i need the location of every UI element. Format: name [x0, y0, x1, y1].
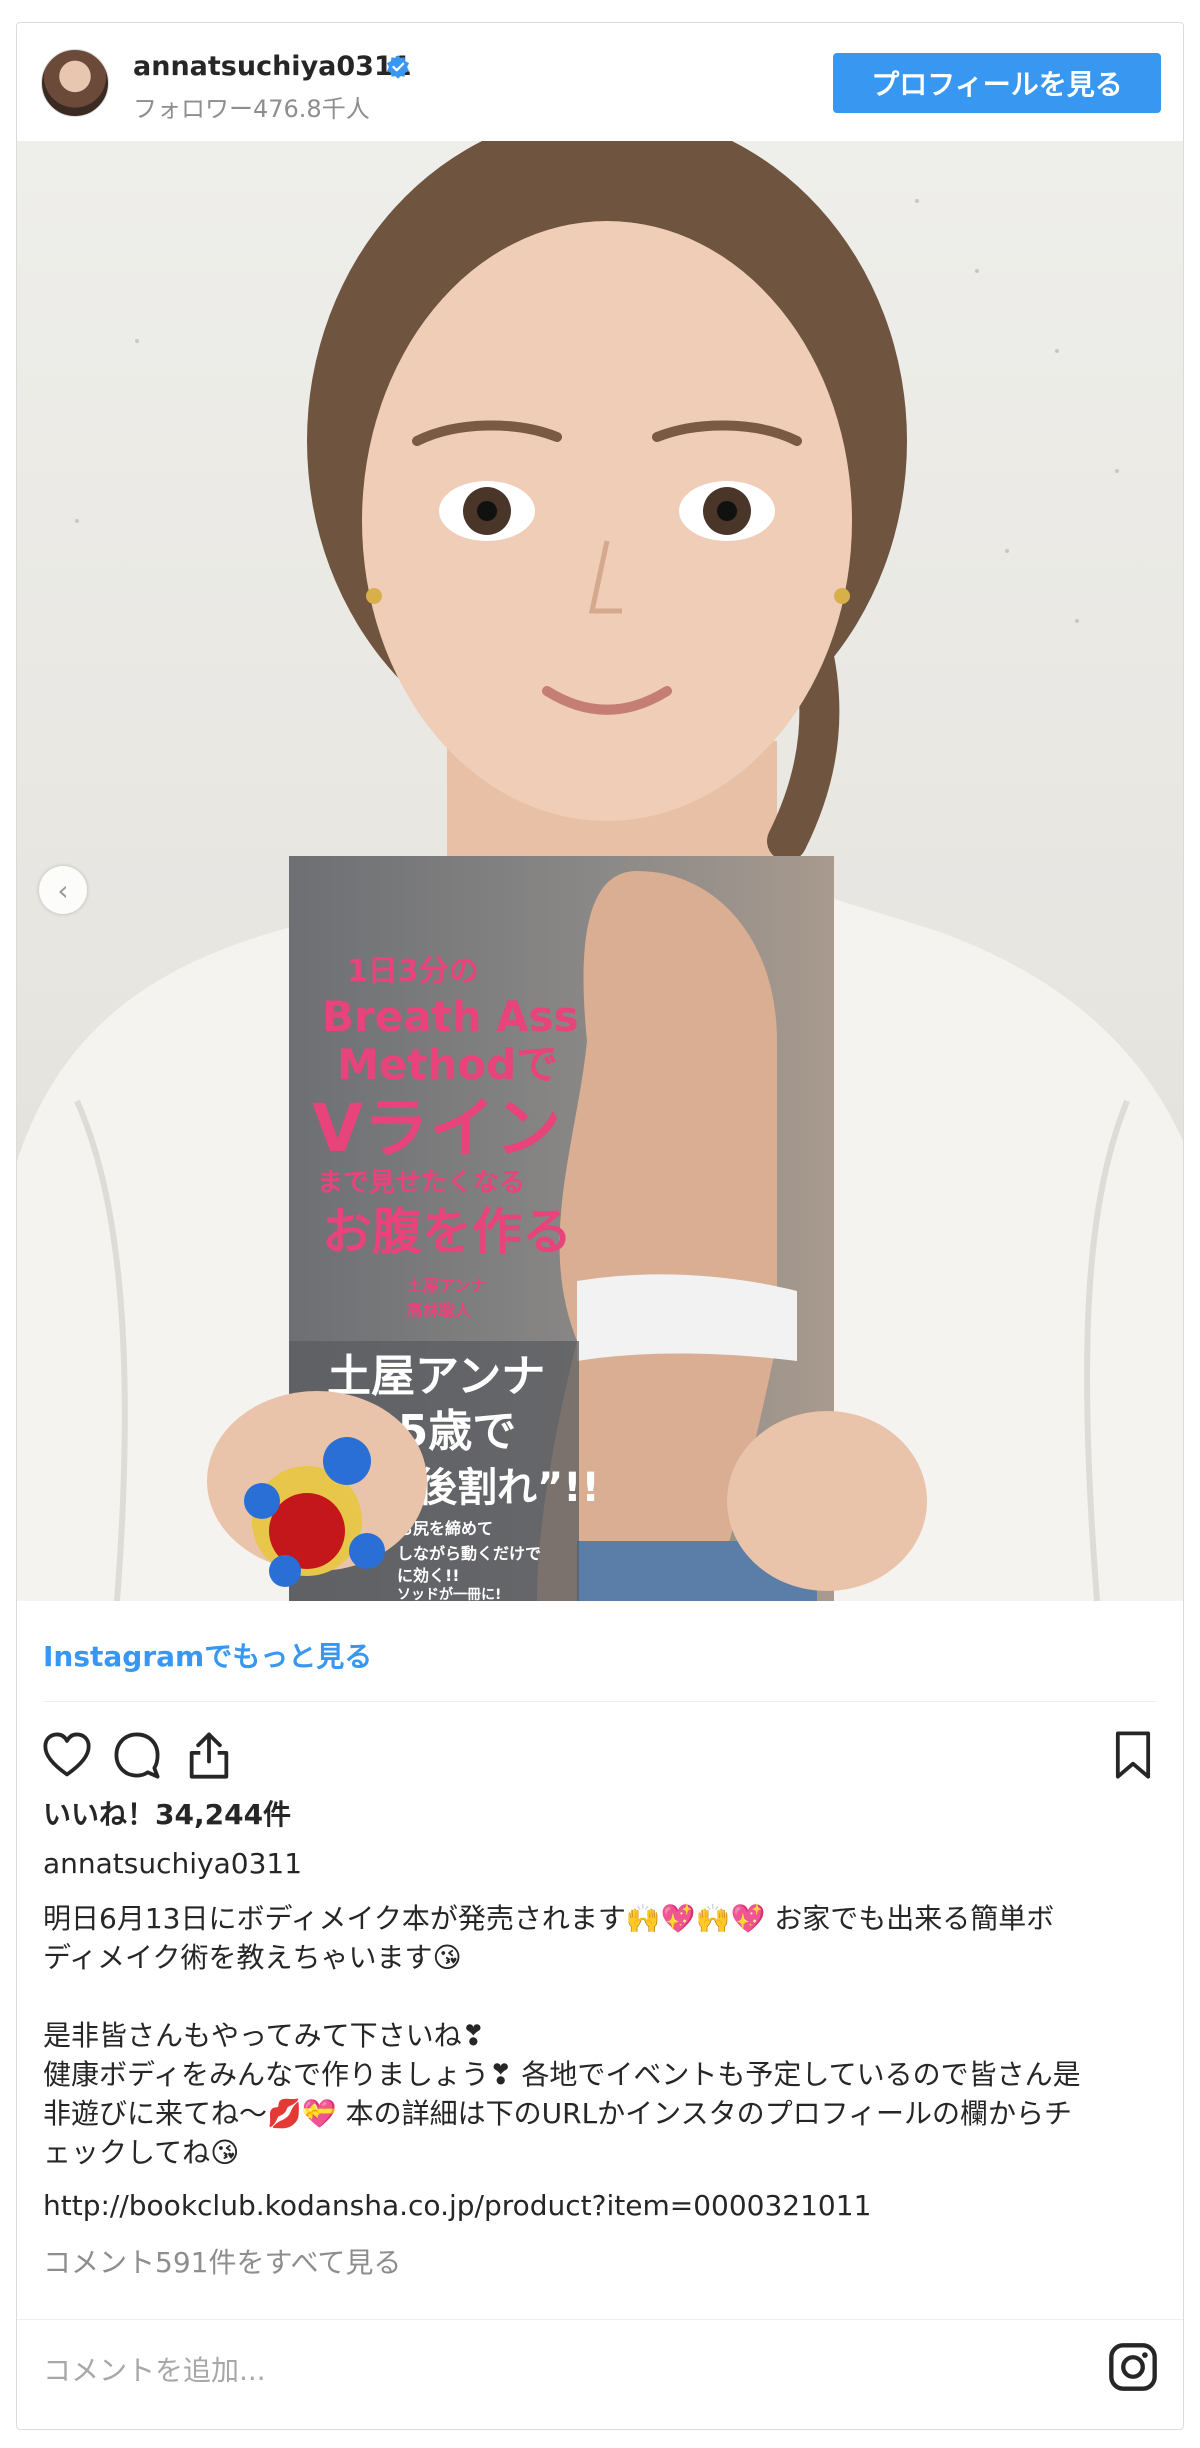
post-header: annatsuchiya0311 フォロワー476.8千人 プロフィールを見る [17, 23, 1183, 141]
book-title-line3: Methodで [337, 1040, 558, 1089]
action-bar [17, 1719, 1183, 1789]
chevron-left-icon: ‹ [57, 873, 69, 907]
heart-icon[interactable] [41, 1729, 93, 1781]
follower-count: フォロワー476.8千人 [133, 95, 370, 123]
view-more-on-instagram-link[interactable]: Instagramでもっと見る [43, 1635, 372, 1675]
book-author-2: 高林聡人 [407, 1301, 472, 1320]
book-band-line6: に効く!! [397, 1566, 460, 1585]
verified-badge-icon [386, 55, 410, 79]
like-count[interactable]: いいね！34,244件 [43, 1793, 291, 1833]
view-all-comments-link[interactable]: コメント591件をすべて見る [43, 2241, 401, 2281]
share-icon[interactable] [183, 1729, 235, 1781]
caption-line: 健康ボディをみんなで作りましょう❣ 各地でイベントも予定しているので皆さん是 [43, 2058, 1081, 2091]
add-comment-input[interactable]: コメントを追加... [43, 2349, 266, 2389]
view-profile-button[interactable]: プロフィールを見る [833, 53, 1161, 113]
post-image: 1日3分の Breath Ass Methodで Vライン まで見せたくなる お… [17, 141, 1183, 1601]
caption-url: http://bookclub.kodansha.co.jp/product?i… [43, 2189, 872, 2222]
post-photo[interactable]: 1日3分の Breath Ass Methodで Vライン まで見せたくなる お… [17, 141, 1183, 1601]
comment-icon[interactable] [111, 1729, 163, 1781]
divider [43, 1701, 1157, 1702]
book-title-line1: 1日3分の [347, 954, 479, 989]
book-title-line6: お腹を作る [322, 1203, 572, 1261]
caption-line: ェックしてね😘 [43, 2136, 240, 2169]
book-band-line1: 土屋アンナ [327, 1351, 545, 1402]
username[interactable]: annatsuchiya0311 [133, 51, 412, 82]
book-title-line2: Breath Ass [322, 992, 579, 1041]
book-band-line5: しながら動くだけで [397, 1544, 541, 1563]
book-title-line4: Vライン [312, 1090, 561, 1167]
caption-line: 是非皆さんもやってみて下さいね❣ [43, 2019, 486, 2052]
bookmark-icon[interactable] [1107, 1729, 1159, 1781]
book-author-1: 土屋アンナ [407, 1276, 486, 1295]
instagram-logo-icon[interactable] [1107, 2341, 1159, 2393]
caption-line: 明日6月13日にボディメイク本が発売されます🙌💖🙌💖 お家でも出来る簡単ボ [43, 1902, 1055, 1935]
caption-author[interactable]: annatsuchiya0311 [43, 1847, 302, 1880]
caption: 明日6月13日にボディメイク本が発売されます🙌💖🙌💖 お家でも出来る簡単ボ ディ… [43, 1899, 1153, 2172]
caption-line: ディメイク術を教えちゃいます😘 [43, 1941, 462, 1974]
instagram-embed-card: annatsuchiya0311 フォロワー476.8千人 プロフィールを見る [16, 22, 1184, 2430]
caption-line: 非遊びに来てね〜💋💝 本の詳細は下のURLかインスタのプロフィールの欄からチ [43, 2097, 1073, 2130]
book-title-line5: まで見せたくなる [317, 1168, 525, 1198]
carousel-prev-button[interactable]: ‹ [39, 866, 87, 914]
book-band-line7: ソッドが一冊に! [397, 1586, 501, 1601]
divider [17, 2319, 1183, 2320]
avatar[interactable] [41, 49, 109, 117]
